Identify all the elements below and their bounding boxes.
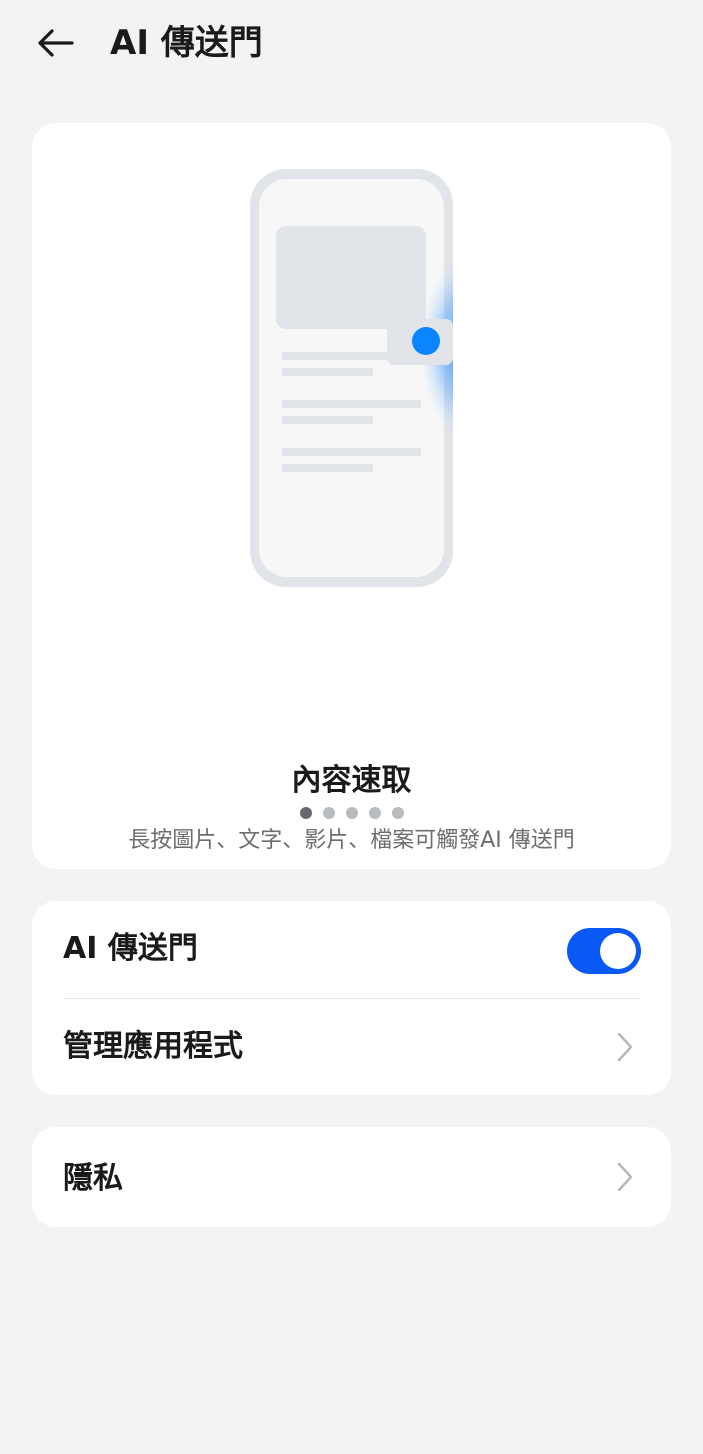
manage-apps-row[interactable]: 管理應用程式 (32, 999, 671, 1095)
settings-card: AI 傳送門 管理應用程式 (32, 901, 671, 1095)
header: AI 傳送門 (0, 0, 703, 90)
page-dot[interactable] (346, 807, 358, 819)
ai-portal-row[interactable]: AI 傳送門 (32, 901, 671, 997)
back-button[interactable] (30, 20, 80, 66)
page-dot[interactable] (323, 807, 335, 819)
privacy-card: 隱私 (32, 1127, 671, 1227)
slide-description: 長按圖片、文字、影片、檔案可觸發AI 傳送門 (128, 828, 575, 853)
privacy-label: 隱私 (63, 1161, 123, 1196)
page-title: AI 傳送門 (110, 23, 263, 63)
arrow-left-icon (38, 29, 74, 57)
manage-apps-label: 管理應用程式 (63, 1029, 243, 1064)
chevron-right-icon (617, 1162, 633, 1192)
ai-portal-toggle[interactable] (567, 928, 641, 974)
ai-portal-label: AI 傳送門 (63, 931, 198, 966)
toggle-knob (600, 933, 636, 969)
page-dot[interactable] (392, 807, 404, 819)
slide-title: 內容速取 (291, 763, 412, 798)
phone-illustration (250, 169, 453, 587)
page-dot[interactable] (369, 807, 381, 819)
chevron-right-icon (617, 1032, 633, 1062)
intro-card: 內容速取 長按圖片、文字、影片、檔案可觸發AI 傳送門 (32, 123, 671, 869)
page-indicator (300, 807, 404, 819)
page-dot[interactable] (300, 807, 312, 819)
privacy-row[interactable]: 隱私 (32, 1127, 671, 1227)
